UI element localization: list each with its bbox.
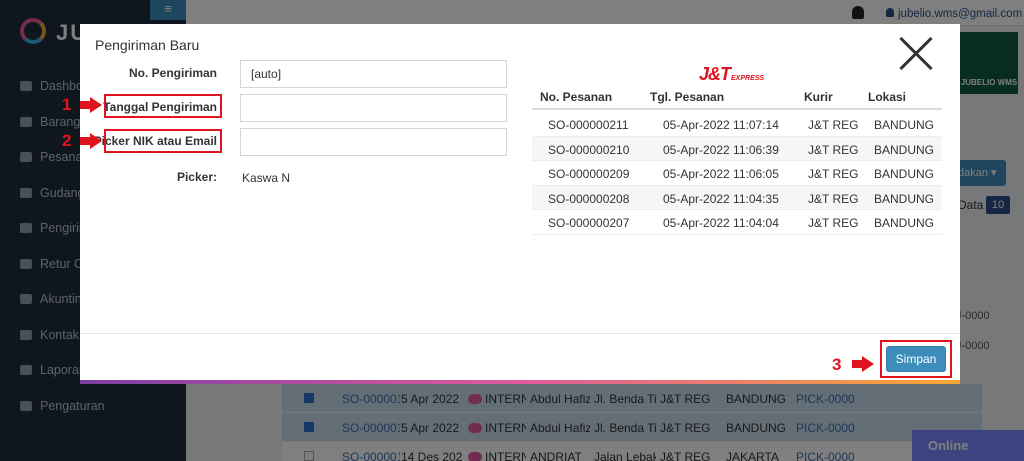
table-cell: BANDUNG xyxy=(874,216,935,230)
tanggal-pengiriman-input[interactable] xyxy=(240,94,507,122)
picker-nik-input[interactable] xyxy=(240,128,507,156)
step-3-number: 3 xyxy=(832,355,842,374)
table-cell: J&T REG xyxy=(808,191,859,206)
table-row: SO-000000211 05-Apr-2022 11:07:14 J&T REG B… xyxy=(532,112,942,137)
table-cell: J&T REG xyxy=(808,167,859,181)
new-shipment-modal: Pengiriman Baru No. Pengiriman Tanggal P… xyxy=(80,24,960,381)
modal-footer-divider xyxy=(80,333,960,334)
step-1-number: 1 xyxy=(62,95,72,114)
table-cell: BANDUNG xyxy=(874,167,935,181)
modal-title: Pengiriman Baru xyxy=(95,37,200,53)
jnt-express-logo: J&TEXPRESS xyxy=(699,64,764,85)
table-cell: J&T REG xyxy=(808,216,859,230)
no-pengiriman-input[interactable] xyxy=(240,60,507,88)
column-header[interactable]: No. Pesanan xyxy=(540,90,612,104)
table-row: SO-000000207 05-Apr-2022 11:04:04 J&T REG B… xyxy=(532,210,942,235)
table-cell: 05-Apr-2022 11:07:14 xyxy=(663,118,779,132)
table-cell: BANDUNG xyxy=(874,191,935,206)
simpan-highlight-box xyxy=(880,340,952,378)
step-2-arrow-icon xyxy=(80,133,102,149)
step-3-arrow-icon xyxy=(852,356,874,372)
table-cell: SO-000000211 xyxy=(548,118,629,132)
table-cell: BANDUNG xyxy=(874,118,935,132)
tanggal-highlight-box xyxy=(104,94,222,118)
table-cell: SO-000000210 xyxy=(548,142,630,157)
table-row: SO-000000210 05-Apr-2022 11:06:39 J&T REG B… xyxy=(532,136,942,161)
table-cell: 05-Apr-2022 11:04:35 xyxy=(663,191,779,206)
picker-label: Picker: xyxy=(176,170,217,184)
table-cell: J&T REG xyxy=(808,142,859,157)
column-header[interactable]: Kurir xyxy=(804,90,833,104)
table-row: SO-000000209 05-Apr-2022 11:06:05 J&T REG B… xyxy=(532,161,942,186)
close-icon[interactable] xyxy=(898,36,934,72)
modal-accent-bar xyxy=(80,380,960,384)
table-cell: 05-Apr-2022 11:06:39 xyxy=(663,142,779,157)
picker-nik-highlight-box xyxy=(104,129,222,153)
table-cell: BANDUNG xyxy=(874,142,935,157)
step-2-number: 2 xyxy=(62,131,72,150)
table-cell: SO-000000207 xyxy=(548,216,630,230)
table-cell: SO-000000209 xyxy=(548,167,630,181)
table-cell: 05-Apr-2022 11:06:05 xyxy=(663,167,779,181)
column-header[interactable]: Lokasi xyxy=(868,90,906,104)
table-row: SO-000000208 05-Apr-2022 11:04:35 J&T REG B… xyxy=(532,185,942,210)
table-cell: 05-Apr-2022 11:04:04 xyxy=(663,216,779,230)
table-cell: J&T REG xyxy=(808,118,859,132)
no-pengiriman-label: No. Pengiriman xyxy=(128,66,217,80)
step-1-arrow-icon xyxy=(80,97,102,113)
logo-sub: EXPRESS xyxy=(731,75,765,82)
table-cell: SO-000000208 xyxy=(548,191,630,206)
picker-value: Kaswa N xyxy=(242,171,291,185)
table-header: No. Pesanan Tgl. Pesanan Kurir Lokasi xyxy=(532,84,942,110)
logo-main: J&T xyxy=(699,64,731,84)
column-header[interactable]: Tgl. Pesanan xyxy=(650,90,724,104)
